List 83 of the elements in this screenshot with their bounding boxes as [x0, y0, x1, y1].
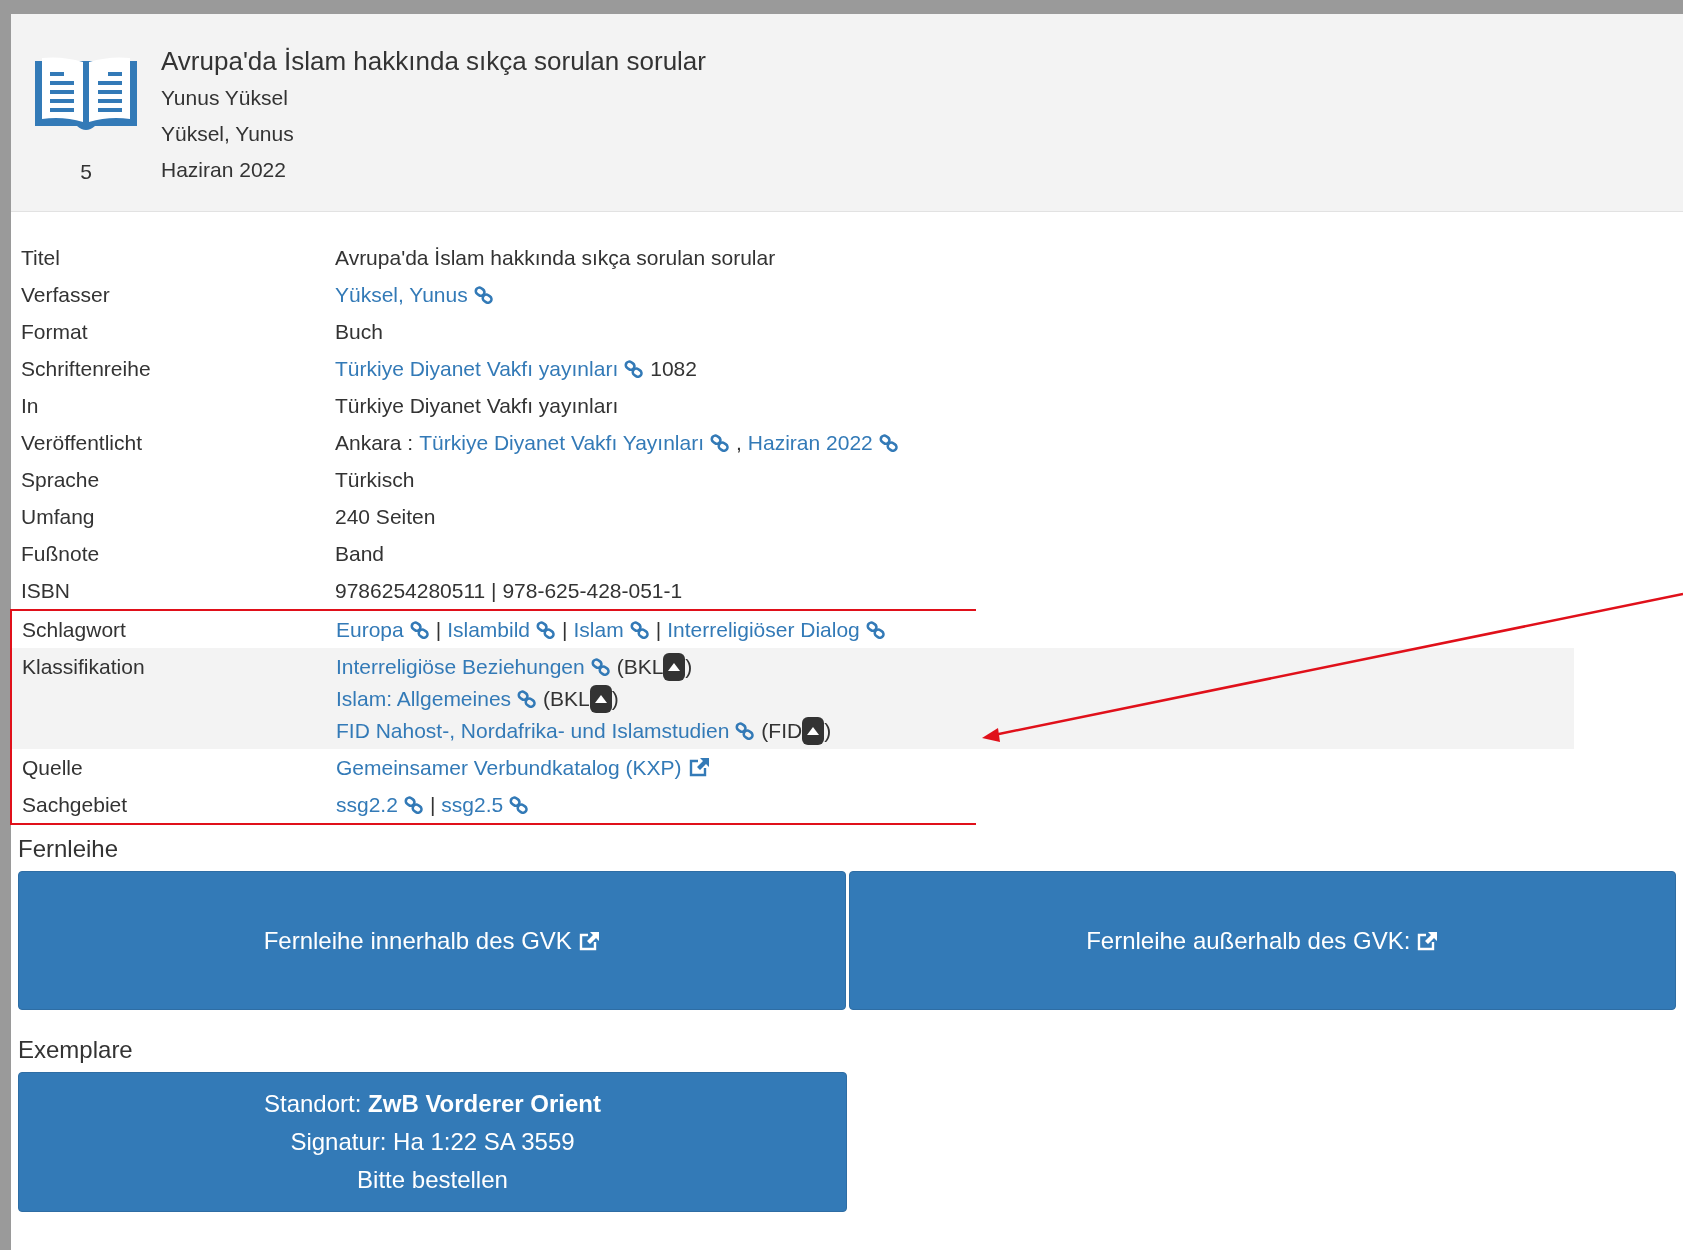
field-label: Sachgebiet [21, 792, 129, 818]
link-icon [865, 621, 886, 639]
copy-info: Bitte bestellen [357, 1165, 508, 1195]
field-label: In [20, 393, 40, 419]
field-value: Avrupa'da İslam hakkında sıkça sorulan sorular [335, 246, 776, 269]
field-value: 1082 [650, 357, 697, 380]
field-value: 9786254280511 | 978-625-428-051-1 [335, 579, 683, 602]
link-icon [409, 621, 430, 639]
caret-up-icon [668, 662, 681, 671]
field-value: ) [611, 687, 619, 710]
field-value: Band [335, 542, 385, 565]
expand-toggle[interactable] [663, 652, 686, 681]
link[interactable]: Islam [573, 618, 650, 641]
link-icon [735, 722, 756, 740]
record-info: Haziran 2022 [161, 157, 287, 183]
link-icon [403, 796, 424, 814]
section-heading: Fernleihe [18, 834, 120, 864]
section-heading: Exemplare [18, 1035, 134, 1065]
field-value: | [655, 618, 662, 641]
field-value: ) [824, 719, 832, 742]
link-icon [710, 434, 730, 452]
interlibrary-loan-button[interactable]: Fernleihe außerhalb des GVK: [848, 871, 1676, 1010]
link[interactable]: Islam: Allgemeines [336, 687, 538, 710]
item-count: 5 [80, 159, 92, 185]
link[interactable]: Yüksel, Yunus [335, 283, 494, 306]
external-link-icon [687, 757, 710, 777]
field-label: Titel [20, 245, 61, 271]
link-icon [629, 621, 650, 639]
link[interactable]: Interreligiöse Beziehungen [336, 655, 611, 678]
field-value: | [562, 618, 568, 641]
caret-up-icon [594, 694, 607, 703]
field-label: Quelle [21, 755, 84, 781]
link[interactable]: Interreligiöser Dialog [667, 618, 886, 641]
field-value: (BKL [616, 655, 664, 678]
record-info: Yunus Yüksel [161, 85, 289, 111]
record-info: Yüksel, Yunus [161, 121, 295, 147]
field-value: (BKL [543, 687, 590, 710]
field-label: ISBN [20, 578, 71, 604]
expand-toggle[interactable] [802, 716, 825, 745]
field-label: Schlagwort [21, 617, 127, 643]
record-title: Avrupa'da İslam hakkında sıkça sorulan sorular [161, 45, 706, 78]
link[interactable]: Türkiye Diyanet Vakfı yayınları [335, 357, 645, 380]
link[interactable]: Islambild [447, 618, 557, 641]
link-icon [509, 796, 530, 814]
field-value: Ankara : [335, 431, 414, 454]
field-label: Fußnote [20, 541, 101, 567]
field-label: Klassifikation [21, 654, 146, 680]
link-icon [536, 621, 557, 639]
link[interactable]: Europa [336, 618, 430, 641]
field-value: | [435, 618, 442, 641]
field-label: Verfasser [20, 282, 111, 308]
field-value: , [736, 431, 742, 454]
link[interactable]: Türkiye Diyanet Vakfı Yayınları [419, 431, 730, 454]
link[interactable]: FID Nahost-, Nordafrika- und Islamstudien [336, 719, 756, 742]
caret-up-icon [807, 726, 820, 735]
field-value: Buch [335, 320, 383, 343]
field-label: Format [20, 319, 89, 345]
field-label: Schriftenreihe [20, 356, 152, 382]
field-value: | [429, 793, 436, 816]
field-label: Veröffentlicht [20, 430, 144, 456]
link[interactable]: ssg2.2 [336, 793, 424, 816]
field-value: Türkisch [335, 468, 415, 491]
field-value: (FID [761, 719, 803, 742]
order-button[interactable]: Standort: ZwB Vorderer Orient Signatur: Ha 1:22 SA 3559 Bitte bestellen [18, 1072, 847, 1212]
expand-toggle[interactable] [589, 684, 612, 713]
field-value: ) [685, 655, 693, 678]
link[interactable]: ssg2.5 [441, 793, 530, 816]
external-link-icon [577, 930, 600, 951]
link[interactable]: Haziran 2022 [747, 431, 899, 454]
copy-info: Standort: ZwB Vorderer Orient [264, 1089, 601, 1119]
external-link-icon [1416, 930, 1439, 951]
field-label: Sprache [20, 467, 101, 493]
link-icon [878, 434, 899, 452]
copy-info: Signatur: Ha 1:22 SA 3559 [290, 1127, 575, 1157]
interlibrary-loan-button[interactable]: Fernleihe innerhalb des GVK [18, 871, 846, 1010]
link-icon [590, 658, 611, 676]
link-icon [624, 360, 645, 378]
link[interactable]: Gemeinsamer Verbundkatalog (KXP) [336, 756, 710, 779]
link-icon [473, 286, 494, 304]
field-value: Türkiye Diyanet Vakfı yayınları [335, 394, 619, 417]
field-label: Umfang [20, 504, 96, 530]
field-value: 240 Seiten [335, 505, 436, 528]
link-icon [517, 690, 538, 708]
